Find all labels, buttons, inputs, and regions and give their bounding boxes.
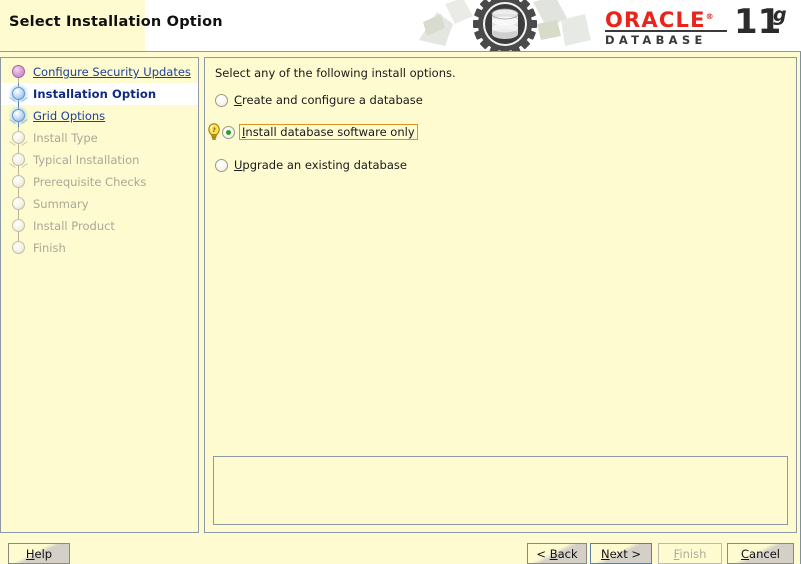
install-option-row-create-database[interactable]: Create and configure a database bbox=[215, 90, 423, 110]
step-node-pending-icon bbox=[9, 237, 29, 259]
message-panel bbox=[213, 456, 788, 525]
sidebar-item-summary: Summary bbox=[1, 193, 198, 215]
install-option-label-create-database: Create and configure a database bbox=[234, 93, 423, 107]
next-button[interactable]: Next > bbox=[590, 543, 652, 564]
instruction-text: Select any of the following install opti… bbox=[215, 66, 456, 80]
step-node-rays-icon bbox=[9, 149, 29, 171]
radio-install-database-software-only[interactable] bbox=[222, 125, 235, 139]
step-node-rays-icon bbox=[9, 83, 29, 105]
sidebar-item-label: Typical Installation bbox=[33, 153, 140, 167]
sidebar-item-install-product: Install Product bbox=[1, 215, 198, 237]
install-option-row-upgrade-database[interactable]: Upgrade an existing database bbox=[215, 155, 407, 175]
sidebar-item-configure-security-updates[interactable]: Configure Security Updates bbox=[1, 61, 198, 83]
sidebar-item-label: Prerequisite Checks bbox=[33, 175, 147, 189]
sidebar-item-prerequisite-checks: Prerequisite Checks bbox=[1, 171, 198, 193]
mnemonic-letter: U bbox=[234, 158, 243, 172]
install-option-label-software-only: Install database software only bbox=[239, 124, 418, 140]
mnemonic-letter: I bbox=[242, 125, 246, 139]
step-node-pending-icon bbox=[9, 149, 29, 171]
step-node-pending-icon bbox=[9, 193, 29, 215]
sidebar-item-grid-options[interactable]: Grid Options bbox=[1, 105, 198, 127]
step-node-done-icon bbox=[9, 61, 29, 83]
sidebar-item-installation-option[interactable]: Installation Option bbox=[1, 83, 198, 105]
sidebar-item-typical-installation: Typical Installation bbox=[1, 149, 198, 171]
sidebar-item-label: Install Product bbox=[33, 219, 115, 233]
step-node-active-icon bbox=[9, 83, 29, 105]
oracle-logo: ORACLE® DATABASE 11 g bbox=[605, 4, 790, 48]
sidebar-item-install-type: Install Type bbox=[1, 127, 198, 149]
svg-text:?: ? bbox=[212, 126, 216, 134]
wizard-step-sidebar: Configure Security Updates Installation O… bbox=[0, 57, 199, 533]
radio-upgrade-existing-database[interactable] bbox=[215, 158, 228, 172]
page-title: Select Installation Option bbox=[9, 14, 223, 30]
step-node-rays-icon bbox=[9, 105, 29, 127]
version-suffix: g bbox=[773, 4, 787, 26]
help-button[interactable]: Help bbox=[8, 543, 70, 564]
hint-bulb-icon: ? bbox=[207, 123, 221, 141]
sidebar-item-label: Finish bbox=[33, 241, 66, 255]
cancel-button[interactable]: Cancel bbox=[727, 543, 794, 564]
step-node-active-icon bbox=[9, 105, 29, 127]
sidebar-item-label: Grid Options bbox=[33, 109, 106, 123]
wizard-step-list: Configure Security Updates Installation O… bbox=[1, 61, 198, 259]
back-button[interactable]: < Back bbox=[527, 543, 587, 564]
gear-database-graphic bbox=[419, 0, 591, 51]
install-option-label-upgrade-database: Upgrade an existing database bbox=[234, 158, 407, 172]
radio-create-and-configure-database[interactable] bbox=[215, 93, 228, 107]
registered-trademark-icon: ® bbox=[705, 12, 715, 21]
logo-divider-rule bbox=[605, 30, 727, 32]
sidebar-item-label: Summary bbox=[33, 197, 89, 211]
oracle-wordmark: ORACLE® bbox=[605, 8, 715, 32]
database-wordmark: DATABASE bbox=[605, 33, 707, 47]
step-node-pending-icon bbox=[9, 171, 29, 193]
window-header: Select Installation Option ORACLE® DATAB… bbox=[0, 0, 801, 52]
installer-window: Select Installation Option ORACLE® DATAB… bbox=[0, 0, 801, 564]
step-node-pending-icon bbox=[9, 127, 29, 149]
sidebar-item-label: Configure Security Updates bbox=[33, 65, 191, 79]
sidebar-item-label: Install Type bbox=[33, 131, 98, 145]
step-node-pending-icon bbox=[9, 215, 29, 237]
mnemonic-letter: C bbox=[234, 93, 243, 107]
step-node-rays-icon bbox=[9, 127, 29, 149]
install-option-row-software-only[interactable]: ? Install database software only bbox=[205, 122, 418, 142]
sidebar-item-label: Installation Option bbox=[33, 87, 157, 101]
main-content-panel: Select any of the following install opti… bbox=[204, 57, 797, 533]
sidebar-item-finish: Finish bbox=[1, 237, 198, 259]
finish-button: Finish bbox=[658, 543, 722, 564]
